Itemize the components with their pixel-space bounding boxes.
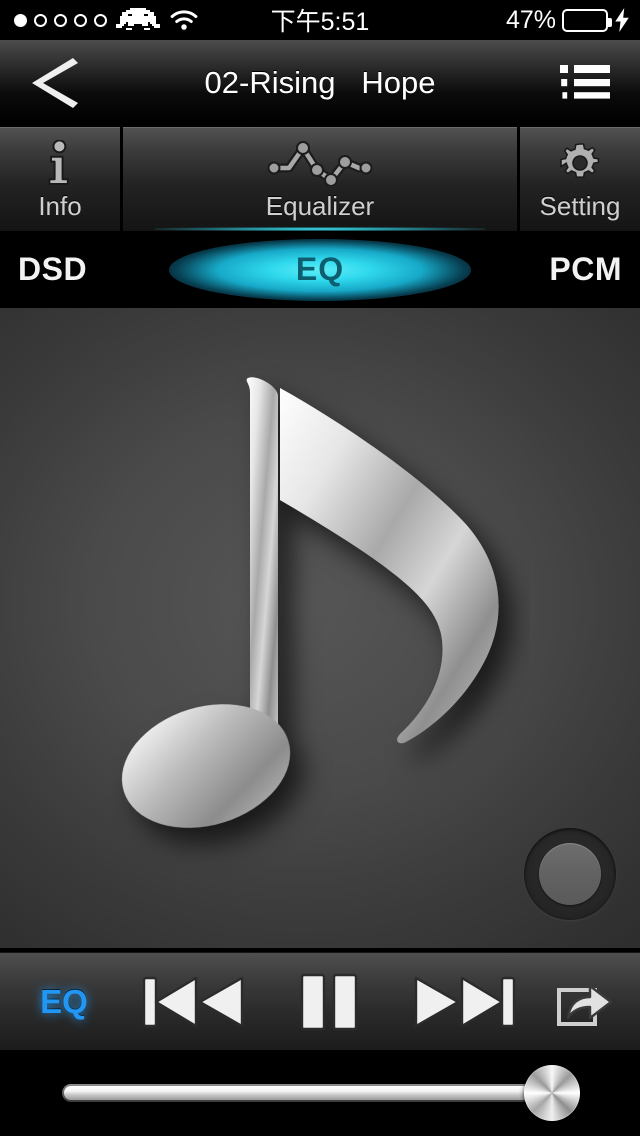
playlist-button[interactable]	[530, 40, 640, 126]
format-indicator-row: DSD EQ PCM	[0, 231, 640, 308]
eq-indicator-label: EQ	[295, 251, 345, 287]
battery-icon	[562, 8, 612, 32]
back-button[interactable]	[0, 40, 110, 126]
list-icon	[560, 64, 610, 99]
share-button[interactable]	[530, 953, 640, 1051]
round-knob-inner	[539, 843, 601, 905]
volume-slider-area[interactable]	[0, 1050, 640, 1136]
music-note-icon	[121, 377, 499, 828]
tab-info[interactable]: Info	[0, 127, 120, 231]
previous-track-button[interactable]	[128, 953, 260, 1051]
tab-bar: Info Equalizer Setting	[0, 127, 640, 231]
info-icon	[45, 138, 75, 186]
next-track-icon	[414, 976, 516, 1027]
dsd-label: DSD	[18, 251, 88, 287]
eq-status-indicator: EQ	[168, 231, 472, 308]
tab-info-label: Info	[38, 190, 82, 221]
next-track-button[interactable]	[398, 953, 530, 1051]
eq-toggle-button[interactable]: EQ	[0, 953, 128, 1051]
previous-track-icon	[142, 976, 244, 1027]
volume-slider-fill	[64, 1086, 551, 1100]
tab-equalizer-label: Equalizer	[265, 190, 375, 221]
nav-bar: 02-Rising Hope	[0, 40, 640, 126]
page-title: 02-Rising Hope	[204, 64, 436, 100]
eq-toggle-label: EQ	[40, 982, 88, 1020]
volume-slider-track[interactable]	[62, 1084, 578, 1102]
waveform-icon	[265, 138, 375, 186]
tab-equalizer[interactable]: Equalizer	[123, 127, 517, 231]
album-artwork-area[interactable]	[0, 308, 640, 948]
chevron-left-icon	[32, 57, 78, 108]
tab-setting-label: Setting	[539, 190, 621, 221]
transport-bar: EQ	[0, 952, 640, 1050]
round-knob-button[interactable]	[524, 828, 616, 920]
status-bar: 下午5:51 47%	[0, 0, 640, 40]
pcm-label: PCM	[549, 251, 622, 287]
volume-slider-thumb[interactable]	[524, 1065, 581, 1121]
tab-setting[interactable]: Setting	[520, 127, 640, 231]
share-icon	[557, 984, 613, 1026]
play-pause-button[interactable]	[260, 953, 398, 1051]
gear-icon	[557, 138, 603, 186]
status-bar-clock: 下午5:51	[270, 8, 370, 36]
pause-icon	[300, 973, 358, 1030]
